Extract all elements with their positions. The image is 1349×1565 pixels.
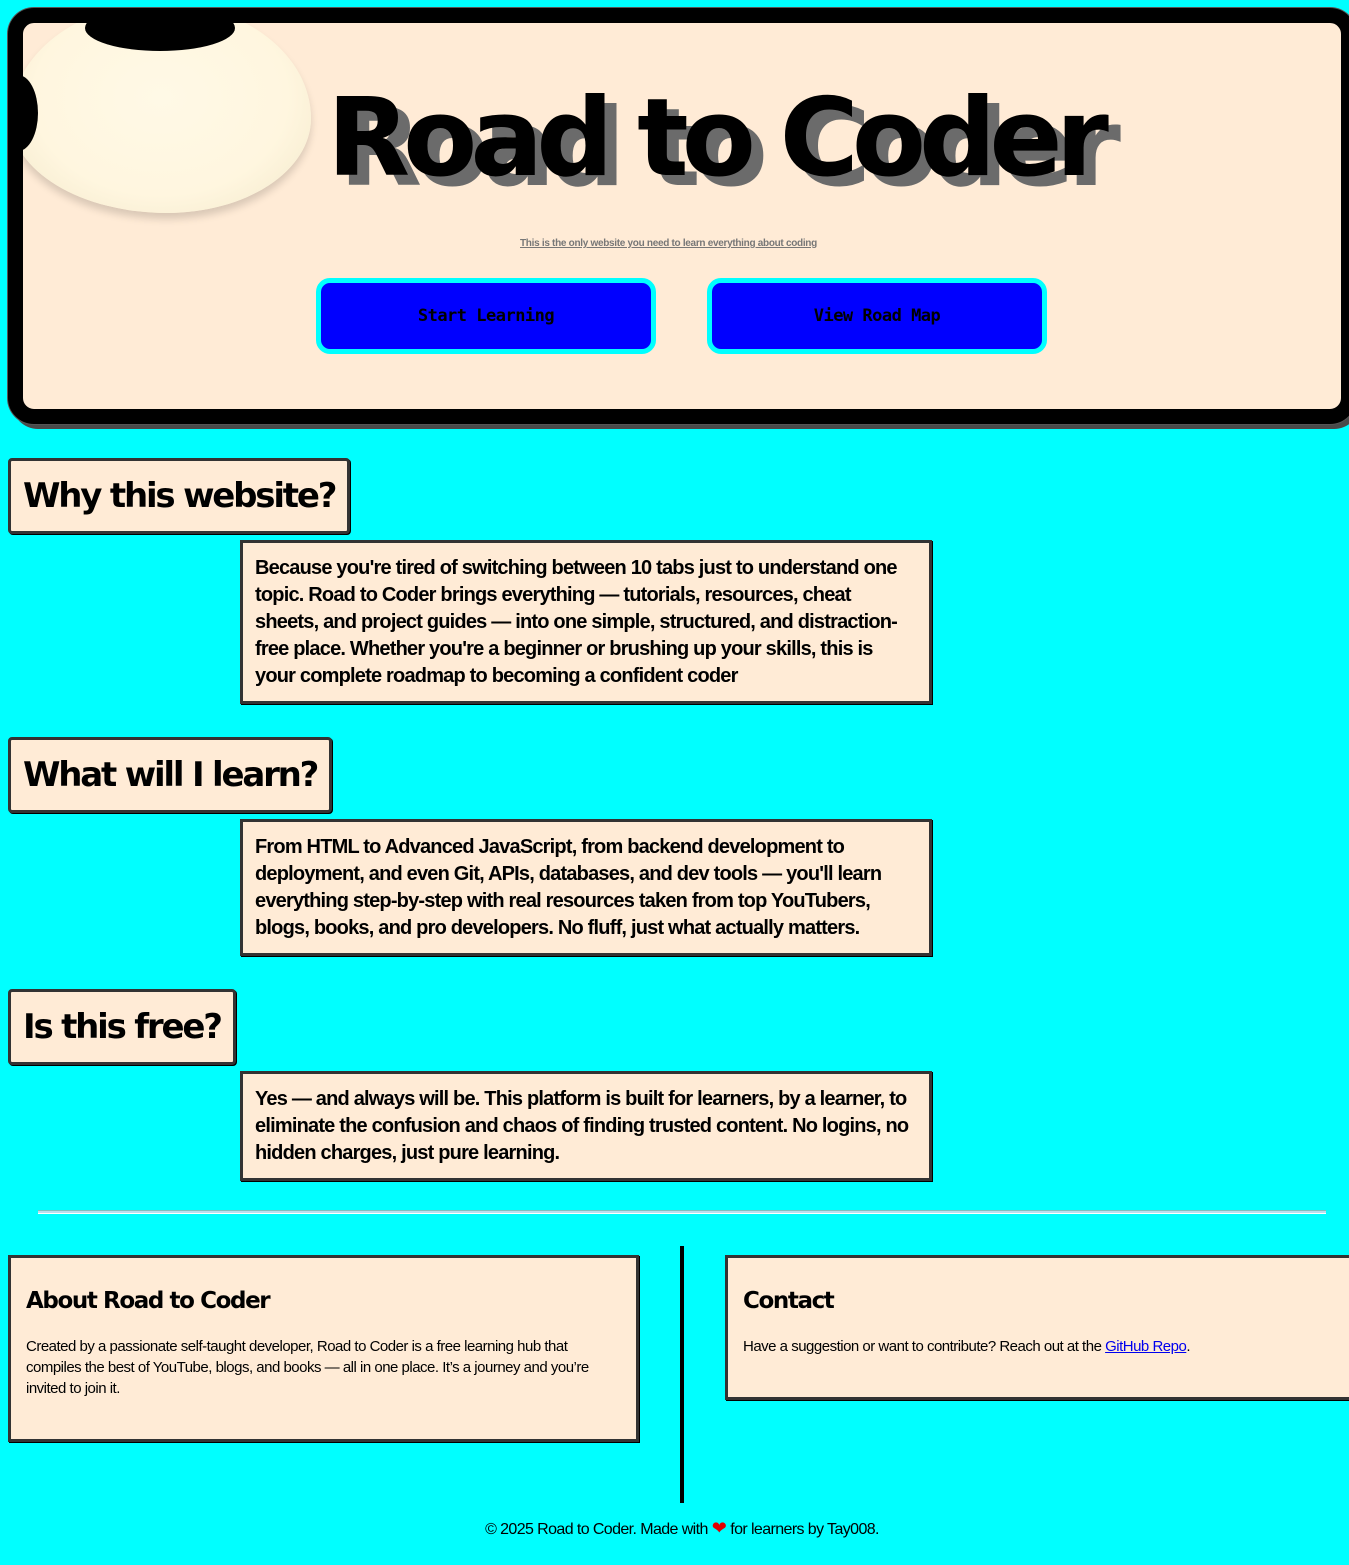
copyright: © 2025 Road to Coder. Made with ❤ for lear… xyxy=(0,1518,1349,1539)
start-learning-button[interactable]: Start Learning xyxy=(316,278,656,354)
faq-question-why: Why this website? xyxy=(8,458,351,534)
footer-vertical-divider xyxy=(680,1246,684,1503)
about-text: Created by a passionate self-taught deve… xyxy=(26,1338,589,1397)
view-road-map-button[interactable]: View Road Map xyxy=(707,278,1047,354)
copyright-before: © 2025 Road to Coder. Made with xyxy=(485,1521,708,1538)
faq-answer-learn: From HTML to Advanced JavaScript, from b… xyxy=(240,819,932,956)
faq-answer-free: Yes — and always will be. This platform … xyxy=(240,1071,932,1181)
faq-question-free: Is this free? xyxy=(8,989,236,1065)
copyright-after: for learners by Tay008. xyxy=(730,1521,879,1538)
contact-text-wrap: Have a suggestion or want to contribute?… xyxy=(743,1336,1347,1357)
github-repo-link[interactable]: GitHub Repo xyxy=(1105,1338,1187,1355)
section-divider xyxy=(38,1210,1326,1214)
contact-title: Contact xyxy=(743,1288,835,1314)
heart-icon: ❤ xyxy=(711,1518,727,1538)
contact-end: . xyxy=(1186,1338,1190,1355)
site-title: Road to Coder xyxy=(327,76,1109,201)
about-title: About Road to Coder xyxy=(26,1288,271,1314)
contact-text: Have a suggestion or want to contribute?… xyxy=(743,1338,1102,1355)
site-tagline[interactable]: This is the only website you need to lea… xyxy=(520,238,817,249)
faq-answer-why: Because you're tired of switching betwee… xyxy=(240,540,932,704)
about-card: About Road to Coder Created by a passion… xyxy=(8,1255,639,1442)
hero-section: Road to Coder This is the only website y… xyxy=(8,8,1349,424)
faq-question-learn: What will I learn? xyxy=(8,737,333,813)
contact-card: Contact Have a suggestion or want to con… xyxy=(725,1255,1349,1400)
